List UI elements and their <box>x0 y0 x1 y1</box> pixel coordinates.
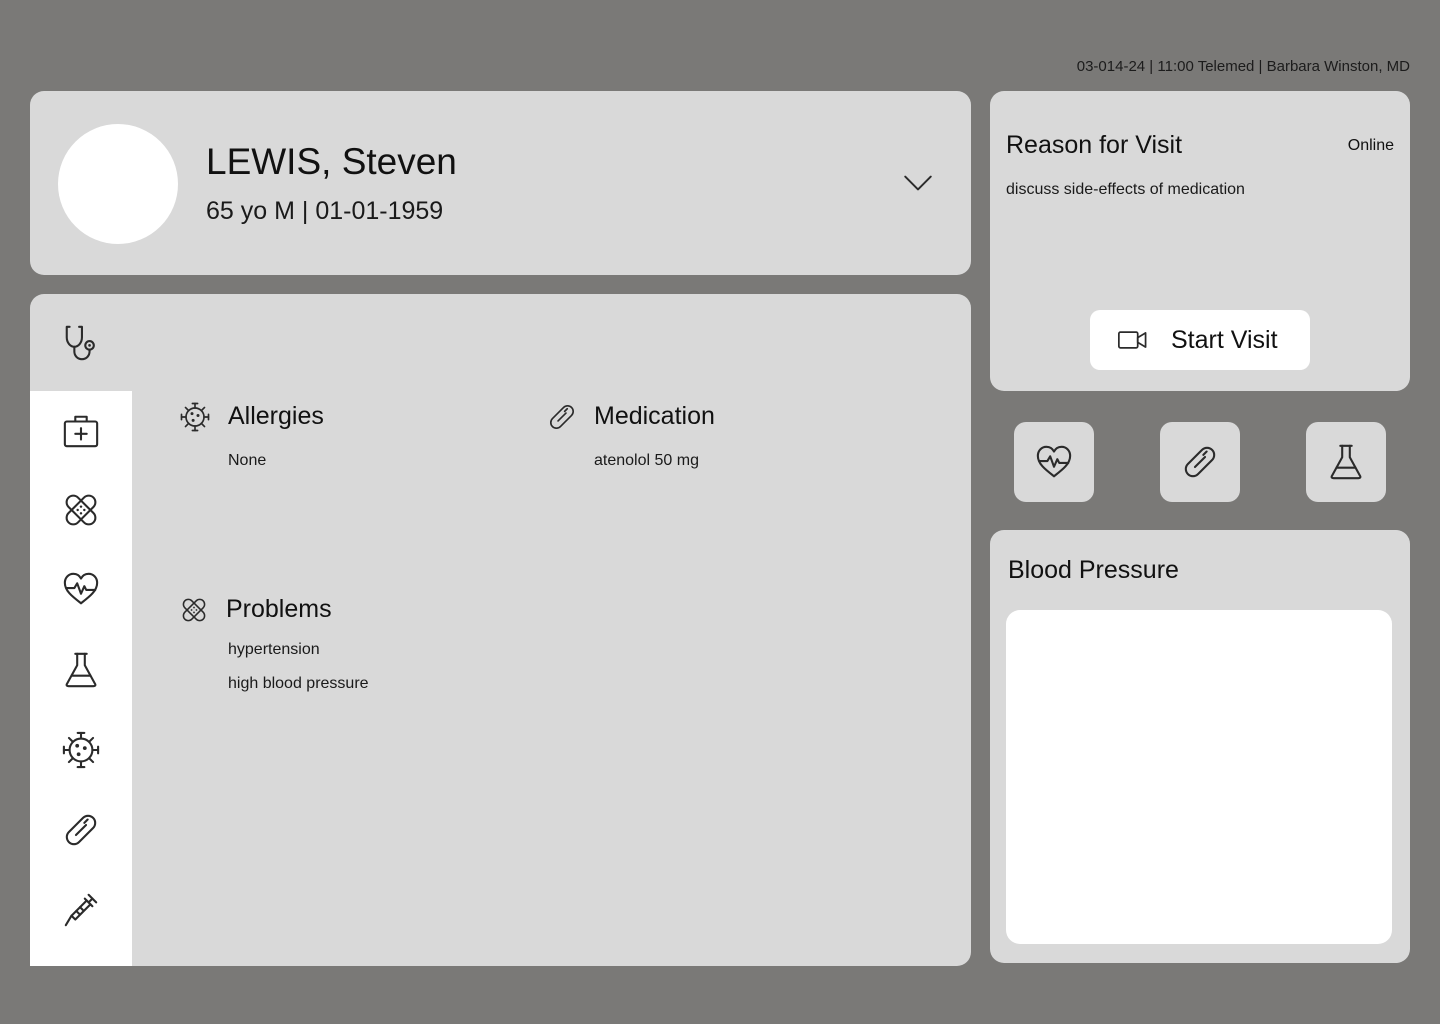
allergies-title: Allergies <box>228 402 324 430</box>
appointment-info: 03-014-24 | 11:00 Telemed | Barbara Wins… <box>1076 58 1410 75</box>
expand-patient-button[interactable] <box>896 163 940 203</box>
sidebar-item-medication[interactable] <box>30 800 132 860</box>
video-camera-icon <box>1117 329 1149 351</box>
blood-pressure-chart <box>1006 610 1392 944</box>
reason-for-visit-card: Reason for Visit Online discuss side-eff… <box>990 91 1410 391</box>
pill-icon <box>1181 443 1219 481</box>
blood-pressure-card: Blood Pressure <box>990 530 1410 963</box>
sidebar-item-stethoscope[interactable] <box>30 294 132 391</box>
heart-pulse-icon <box>62 570 100 608</box>
start-visit-button[interactable]: Start Visit <box>1090 310 1310 370</box>
sidebar <box>30 391 132 966</box>
flask-icon <box>62 651 100 689</box>
start-visit-label: Start Visit <box>1171 325 1278 354</box>
avatar <box>58 124 178 244</box>
bandage-icon <box>180 596 208 624</box>
chevron-down-icon <box>902 173 934 193</box>
sidebar-item-vitals[interactable] <box>30 559 132 619</box>
syringe-icon <box>62 891 100 929</box>
allergy-item: None <box>228 452 267 469</box>
sidebar-item-immunizations[interactable] <box>30 880 132 940</box>
quick-vitals-button[interactable] <box>1014 422 1094 502</box>
problems-title: Problems <box>226 595 332 623</box>
visit-status: Online <box>1347 137 1394 154</box>
blood-pressure-title: Blood Pressure <box>1008 556 1179 584</box>
stethoscope-icon <box>62 324 100 362</box>
medical-kit-icon <box>62 412 100 450</box>
medication-title: Medication <box>594 402 715 430</box>
quick-labs-button[interactable] <box>1306 422 1386 502</box>
bandage-icon <box>62 491 100 529</box>
patient-card: LEWIS, Steven 65 yo M | 01-01-1959 <box>30 91 971 275</box>
patient-meta: 65 yo M | 01-01-1959 <box>206 197 444 225</box>
sidebar-item-medical-kit[interactable] <box>30 401 132 461</box>
problem-item: hypertension <box>228 641 320 658</box>
sidebar-item-labs[interactable] <box>30 640 132 700</box>
flask-icon <box>1327 443 1365 481</box>
sidebar-item-problems[interactable] <box>30 480 132 540</box>
virus-icon <box>62 731 100 769</box>
pill-icon <box>547 402 577 432</box>
heart-pulse-icon <box>1035 443 1073 481</box>
visit-reason: discuss side-effects of medication <box>1006 181 1245 198</box>
patient-name: LEWIS, Steven <box>206 141 457 182</box>
medication-item: atenolol 50 mg <box>594 452 699 469</box>
pill-icon <box>62 811 100 849</box>
sidebar-item-allergies[interactable] <box>30 720 132 780</box>
problem-item: high blood pressure <box>228 675 369 692</box>
reason-title: Reason for Visit <box>1006 131 1183 159</box>
patient-summary-panel: Allergies None Medication atenolol 50 mg… <box>30 294 971 966</box>
quick-medication-button[interactable] <box>1160 422 1240 502</box>
virus-icon <box>180 402 210 432</box>
